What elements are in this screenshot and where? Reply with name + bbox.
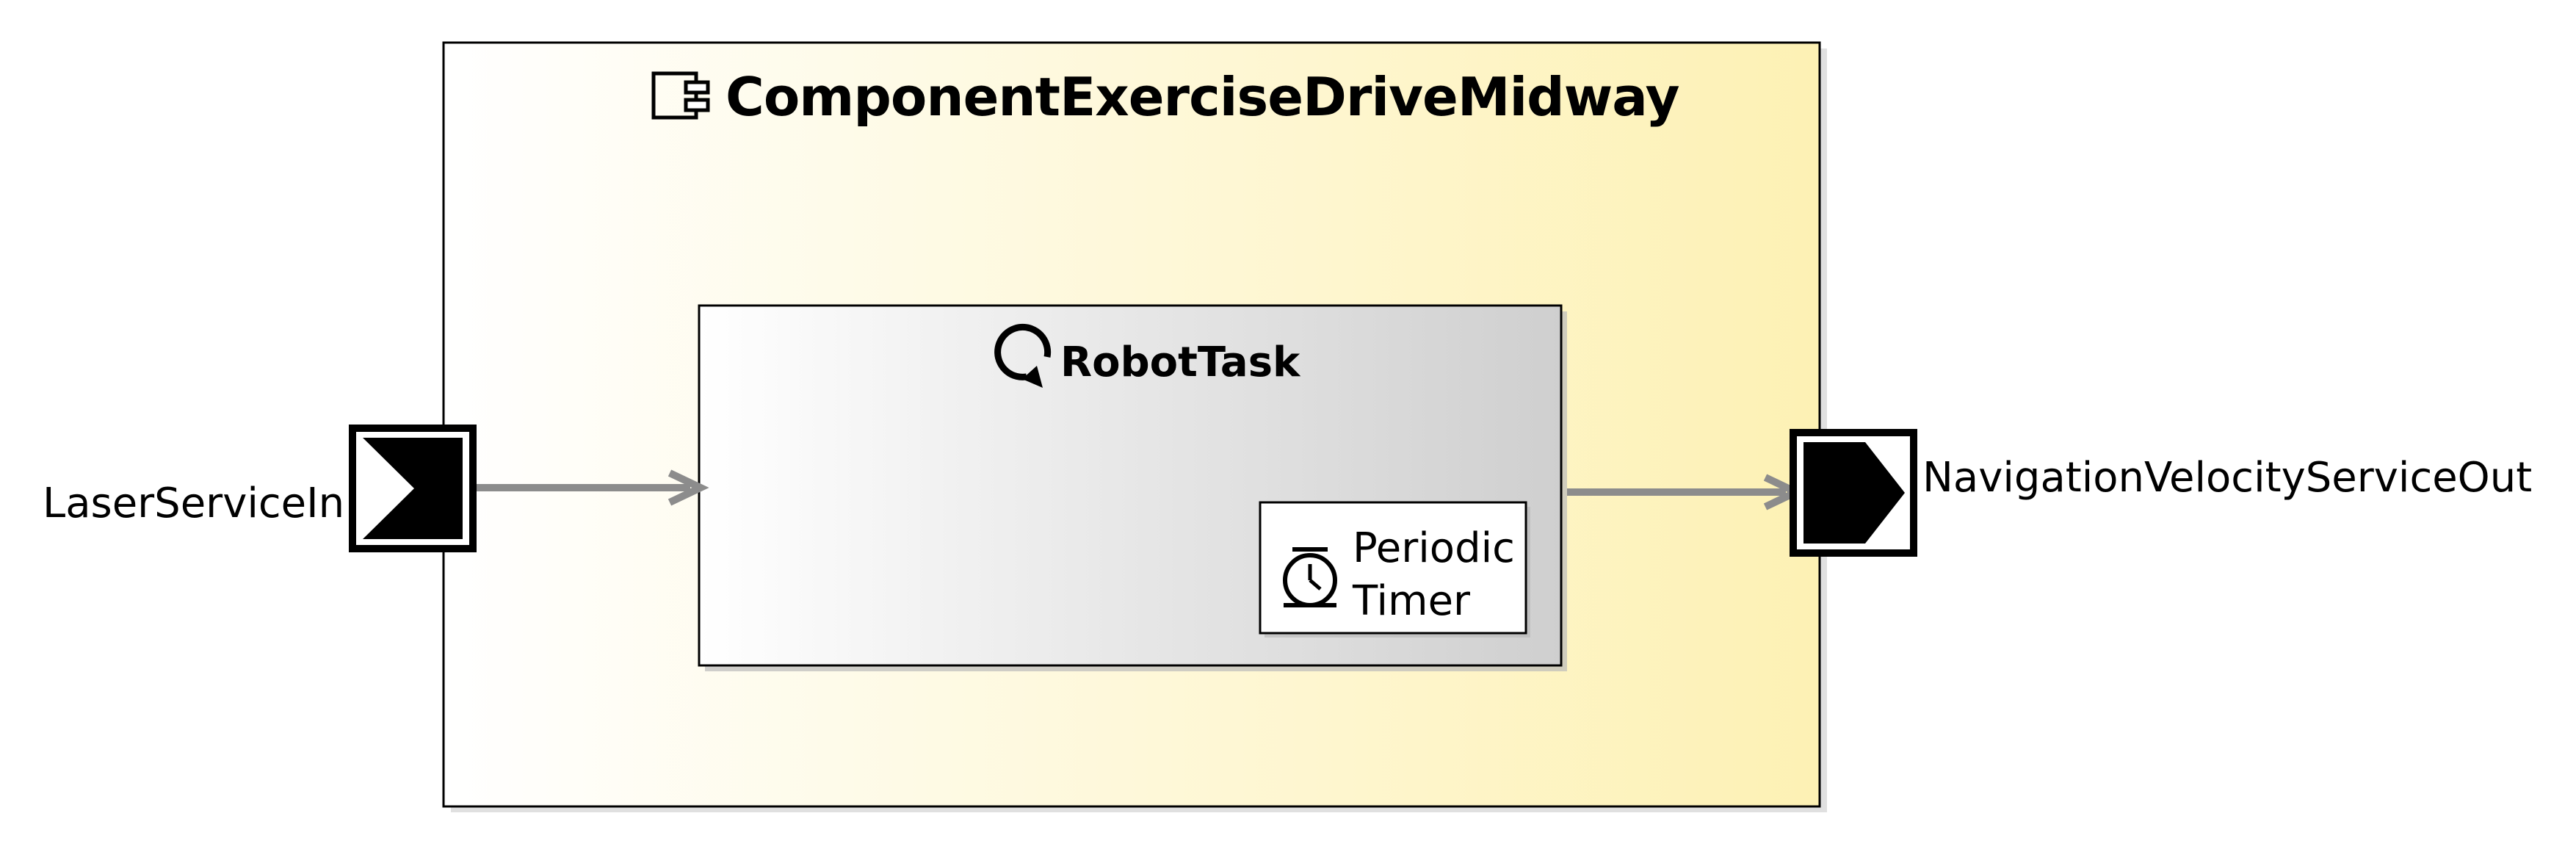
diagram-svg — [349, 41, 1917, 812]
component-title: ComponentExerciseDriveMidway — [726, 66, 1680, 128]
input-port-label: LaserServiceIn — [43, 480, 345, 527]
output-port-icon[interactable] — [1790, 429, 1917, 557]
input-port-icon[interactable] — [349, 425, 477, 552]
task-title: RobotTask — [1060, 339, 1300, 386]
output-port-label: NavigationVelocityServiceOut — [1922, 454, 2533, 502]
timer-label-line1: Periodic — [1353, 524, 1515, 572]
diagram-canvas: ComponentExerciseDriveMidway RobotTask P… — [0, 0, 2576, 863]
timer-label-line2: Timer — [1353, 577, 1471, 625]
